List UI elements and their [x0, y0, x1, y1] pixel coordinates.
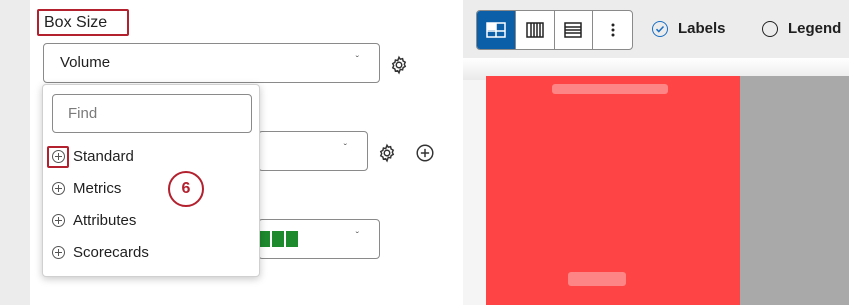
color-swatch-segment [286, 231, 298, 247]
more-options-button[interactable] [593, 11, 632, 49]
menu-item-scorecards[interactable]: Scorecards [43, 238, 259, 268]
menu-item-standard[interactable]: Standard [43, 142, 259, 172]
plus-circle-icon[interactable] [52, 182, 65, 195]
more-options-icon [611, 23, 615, 37]
labels-toggle-label: Labels [678, 20, 726, 37]
box-size-select-value: Volume [60, 54, 111, 71]
grid-layout-button[interactable] [477, 11, 516, 49]
menu-item-attributes[interactable]: Attributes [43, 206, 259, 236]
vertical-bars-icon [525, 22, 544, 38]
menu-item-label: Standard [73, 148, 134, 165]
gear-icon[interactable] [388, 54, 410, 76]
menu-item-label: Scorecards [73, 244, 149, 261]
metric-dropdown: Standard Metrics Attributes Scorecards [42, 84, 260, 277]
menu-item-label: Attributes [73, 212, 137, 229]
grid-layout-icon [486, 22, 506, 38]
color-swatch [258, 231, 298, 247]
plus-circle-icon[interactable] [52, 214, 65, 227]
chevron-down-icon: ˇ [343, 143, 347, 154]
legend-toggle-label: Legend [788, 20, 842, 37]
gear-icon[interactable] [376, 142, 398, 164]
radio-circle-icon [762, 21, 778, 37]
chevron-down-icon: ˇ [355, 55, 359, 66]
step-number-badge: 6 [168, 171, 204, 207]
secondary-select[interactable]: ˇ [258, 131, 368, 171]
menu-item-metrics[interactable]: Metrics [43, 174, 259, 204]
plus-circle-icon[interactable] [52, 246, 65, 259]
tile-value-blurred [568, 272, 626, 286]
find-input[interactable] [52, 94, 252, 133]
chevron-down-icon: ˇ [355, 231, 359, 242]
layout-toolbar [476, 10, 633, 50]
tile-label-blurred [552, 84, 668, 94]
horizontal-rows-button[interactable] [555, 11, 594, 49]
vertical-bars-button[interactable] [516, 11, 555, 49]
plus-circle-icon[interactable] [52, 150, 65, 163]
treemap-tile[interactable] [486, 76, 740, 305]
add-circle-icon[interactable] [414, 142, 436, 164]
treemap-tile[interactable] [740, 76, 849, 305]
color-swatch-segment [272, 231, 284, 247]
box-size-select[interactable]: Volume ˇ [43, 43, 380, 83]
box-size-heading: Box Size [37, 9, 129, 36]
check-circle-icon [652, 21, 668, 37]
menu-item-label: Metrics [73, 180, 122, 197]
horizontal-rows-icon [564, 22, 583, 38]
